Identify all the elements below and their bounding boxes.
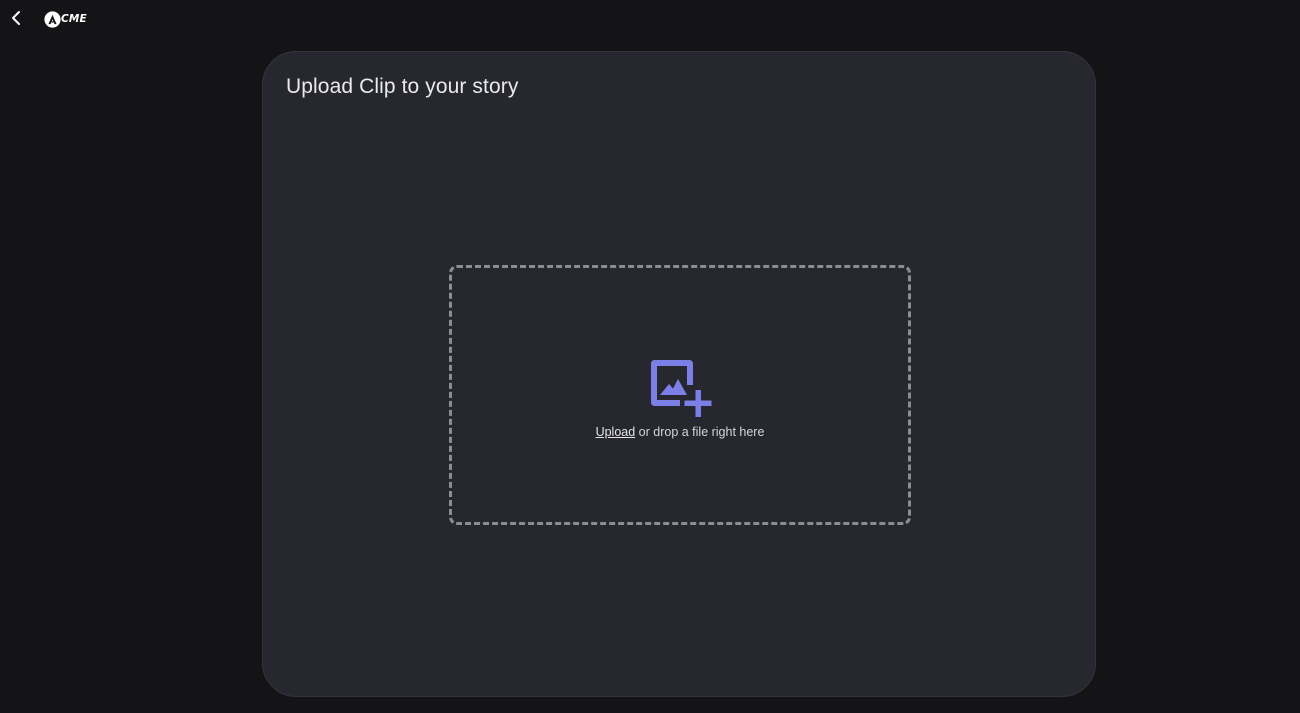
logo-text: CME (61, 13, 87, 25)
upload-link[interactable]: Upload (596, 425, 636, 439)
acme-logo[interactable]: CME (44, 10, 87, 28)
file-dropzone[interactable]: Upload or drop a file right here (449, 265, 911, 525)
page-title: Upload Clip to your story (286, 75, 519, 98)
logo-mark-icon (44, 10, 61, 28)
chevron-left-icon (12, 11, 20, 25)
top-bar: CME (0, 0, 1300, 40)
upload-card: Upload Clip to your story Upload or drop… (262, 51, 1096, 697)
dropzone-hint-text: or drop a file right here (635, 425, 765, 439)
dropzone-hint: Upload or drop a file right here (452, 425, 908, 439)
back-button[interactable] (6, 8, 26, 28)
add-photo-icon (651, 360, 712, 417)
